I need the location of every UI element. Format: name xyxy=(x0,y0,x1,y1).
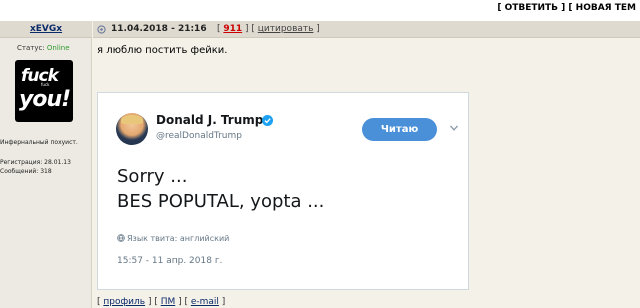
tweet-author-name: Donald J. Trump xyxy=(156,113,264,127)
tweet-timestamp: 15:57 - 11 апр. 2018 г. xyxy=(117,256,223,266)
topic-actions: [ ОТВЕТИТЬ ] [ НОВАЯ ТЕМ xyxy=(497,3,636,13)
tweet-line-2: BES POPUTAL, yopta ... xyxy=(117,191,325,212)
tweet-handle: @realDonaldTrump xyxy=(156,131,242,141)
email-link[interactable]: e-mail xyxy=(191,297,219,307)
author-nickname[interactable]: xEVGx xyxy=(0,24,92,34)
author-header: xEVGx xyxy=(0,21,92,38)
avatar: fuck fuck you! xyxy=(15,60,73,122)
follow-button[interactable]: Читаю xyxy=(362,118,437,141)
reply-button[interactable]: ОТВЕТИТЬ xyxy=(505,3,558,13)
forum-post: xEVGx Статус: Online fuck fuck you! Инфе… xyxy=(0,21,640,308)
post-header-links: [ 911 ] [ цитировать ] xyxy=(217,24,320,34)
author-panel: xEVGx Статус: Online fuck fuck you! Инфе… xyxy=(0,21,92,308)
post-header: 11.04.2018 - 21:16 [ 911 ] [ цитировать … xyxy=(93,21,640,38)
message-panel: 11.04.2018 - 21:16 [ 911 ] [ цитировать … xyxy=(93,21,640,308)
globe-icon xyxy=(117,234,125,242)
post-text: я люблю постить фейки. xyxy=(97,45,228,56)
post-icon xyxy=(97,25,106,34)
pm-link[interactable]: ПМ xyxy=(161,297,176,307)
tweet-language: Язык твита: английский xyxy=(127,234,230,243)
post-footer: [ профиль ] [ ПМ ] [ e-mail ] xyxy=(97,297,226,307)
new-topic-button[interactable]: НОВАЯ ТЕМ xyxy=(576,3,636,13)
quote-link[interactable]: цитировать xyxy=(258,24,314,34)
verified-icon xyxy=(262,115,273,126)
embedded-tweet: Donald J. Trump @realDonaldTrump Читаю S… xyxy=(97,92,469,290)
author-stats: Регистрация: 28.01.13 Сообщений: 318 xyxy=(0,158,71,176)
post-date: 11.04.2018 - 21:16 xyxy=(111,24,207,34)
message-count: Сообщений: 318 xyxy=(0,168,52,175)
tweet-line-1: Sorry ... xyxy=(117,166,188,187)
post-number-link[interactable]: 911 xyxy=(223,24,242,34)
registration-date: Регистрация: 28.01.13 xyxy=(0,159,71,166)
author-rank: Инфернальный похуист. xyxy=(0,139,78,146)
top-bar: [ ОТВЕТИТЬ ] [ НОВАЯ ТЕМ xyxy=(0,0,640,17)
profile-link[interactable]: профиль xyxy=(103,297,145,307)
online-badge: Online xyxy=(46,44,70,52)
tweet-avatar xyxy=(116,113,148,145)
author-status: Статус: Online xyxy=(17,44,70,52)
tweet-text: Sorry ... BES POPUTAL, yopta ... xyxy=(117,164,324,214)
chevron-down-icon[interactable] xyxy=(449,123,459,133)
